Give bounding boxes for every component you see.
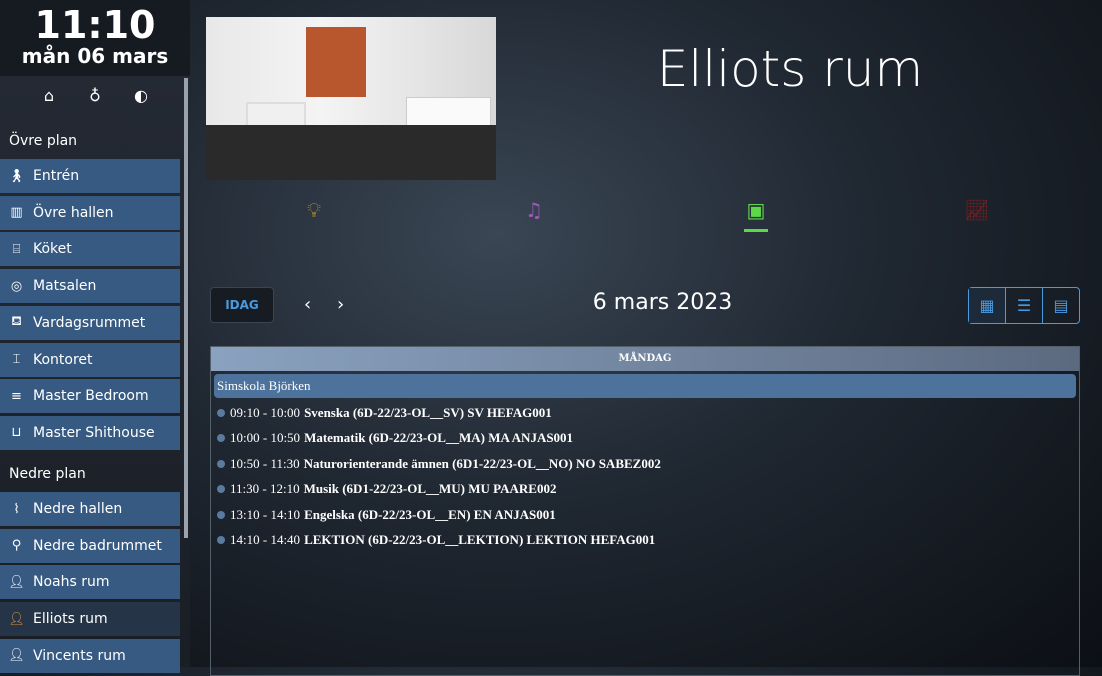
event-dot-icon [217, 510, 225, 519]
calendar-event[interactable]: 10:50 - 11:30 Naturorienterande ämnen (6D… [211, 451, 1079, 477]
sidebar-item-master-shithouse[interactable]: ⊔ Master Shithouse [0, 415, 180, 450]
sidebar-item-label: Nedre hallen [33, 501, 123, 517]
sidebar-item-label: Köket [33, 241, 72, 258]
sidebar-item-vardagsrummet[interactable]: ⛾ Vardagsrummet [0, 305, 180, 340]
sidebar-item-noahs-rum[interactable]: 👤︎ Noahs rum [0, 565, 180, 600]
dining-icon: ◎ [10, 278, 23, 294]
calendar-event[interactable]: 13:10 - 14:10 Engelska (6D-22/23-OL__EN) … [211, 502, 1079, 528]
sidebar-item-label: Master Bedroom [33, 388, 149, 405]
sidebar-item-nedre-badrummet[interactable]: ⚲ Nedre badrummet [0, 528, 180, 563]
event-time: 10:00 - 10:50 [230, 430, 301, 446]
event-time: 10:50 - 11:30 [230, 455, 300, 471]
shower-icon: ⚲ [11, 538, 22, 554]
tab-energy[interactable]: 📈︎ [962, 198, 992, 222]
sidebar-item-label: Övre hallen [33, 204, 114, 221]
event-dot-icon [217, 536, 225, 545]
sidebar-item-övre-hallen[interactable]: ▥ Övre hallen [0, 195, 180, 230]
sidebar-item-label: Master Shithouse [33, 424, 155, 441]
next-button[interactable]: › [337, 294, 344, 315]
calendar-event[interactable]: 10:00 - 10:50 Matematik (6D-22/23-OL__MA)… [211, 426, 1079, 452]
section-header: Nedre plan [9, 466, 86, 482]
calendar-event[interactable]: 14:10 - 14:40 LEKTION (6D-22/23-OL__LEKTI… [211, 528, 1079, 554]
event-title: Naturorienterande ämnen (6D1-22/23-OL__N… [303, 455, 661, 471]
event-dot-icon [217, 459, 225, 468]
sidebar-item-label: Nedre badrummet [33, 537, 162, 554]
clock-time: 11:10 [34, 3, 156, 47]
event-dot-icon [217, 485, 225, 494]
event-time: 09:10 - 10:00 [230, 404, 301, 420]
active-tab-indicator [744, 229, 768, 232]
music-icon: ♫ [525, 198, 543, 222]
event-dot-icon [217, 434, 225, 443]
lightbulb-icon: 💡︎ [307, 198, 321, 222]
sidebar-item-master-bedroom[interactable]: ≡ Master Bedroom [0, 379, 180, 414]
sidebar-item-matsalen[interactable]: ◎ Matsalen [0, 269, 180, 304]
event-title: Matematik (6D-22/23-OL__MA) MA ANJAS001 [304, 430, 574, 446]
sidebar-item-label: Vincents rum [33, 647, 126, 664]
month-view-button[interactable]: ▦ [969, 288, 1006, 323]
sidebar-item-label: Entrén [33, 168, 80, 184]
clock-date: mån 06 mars [21, 44, 169, 68]
hall-icon: ▥ [10, 205, 23, 221]
event-title: Musik (6D1-22/23-OL__MU) MU PAARE002 [303, 481, 557, 497]
room-photo [206, 17, 496, 180]
sidebar-item-label: Vardagsrummet [33, 314, 146, 331]
kitchen-icon: ⌸ [12, 241, 21, 257]
day-view-button[interactable]: ▤ [1043, 288, 1079, 323]
event-title: LEKTION (6D-22/23-OL__LEKTION) LEKTION H… [304, 532, 656, 548]
person-icon: 👤︎ [8, 648, 25, 664]
sidebar-item-nedre-hallen[interactable]: ⌇ Nedre hallen [0, 492, 180, 526]
day-header: MÅNDAG [211, 347, 1079, 371]
today-button[interactable]: IDAG [210, 287, 274, 323]
energy-chart-icon: 📈︎ [964, 198, 990, 222]
house-icon[interactable]: ⌂ [39, 86, 59, 105]
event-title: Engelska (6D-22/23-OL__EN) EN ANJAS001 [304, 506, 556, 522]
week-view-button[interactable]: ☰ [1006, 288, 1043, 323]
section-header: Övre plan [9, 133, 78, 149]
event-time: 14:10 - 14:40 [230, 532, 301, 548]
calendar-icon: ▣ [746, 198, 766, 222]
person-icon: 👤︎ [8, 611, 25, 627]
tab-music[interactable]: ♫ [519, 198, 549, 222]
sidebar-item-label: Kontoret [33, 351, 93, 368]
sofa-icon: ⛾ [11, 314, 22, 330]
event-time: 13:10 - 14:10 [230, 506, 301, 522]
sidebar-item-elliots-rum[interactable]: 👤︎ Elliots rum [0, 602, 180, 637]
event-time: 11:30 - 12:10 [230, 481, 300, 497]
sidebar-item-köket[interactable]: ⌸ Köket [0, 232, 180, 267]
sidebar-item-label: Elliots rum [33, 611, 108, 628]
all-day-event[interactable]: Simskola Björken [214, 374, 1076, 398]
sidebar-item-vincents-rum[interactable]: 👤︎ Vincents rum [0, 638, 180, 673]
door-walk-icon: 🚶︎ [8, 168, 25, 184]
bathtub-icon: ⊔ [11, 425, 22, 441]
event-dot-icon [217, 408, 225, 417]
tab-calendar[interactable]: ▣ [741, 198, 771, 222]
sidebar-item-entr-n[interactable]: 🚶︎ Entrén [0, 159, 180, 193]
zwave-icon[interactable]: ◐ [131, 86, 151, 105]
calendar-event[interactable]: 09:10 - 10:00 Svenska (6D-22/23-OL__SV) S… [211, 400, 1079, 426]
bed-icon: ≡ [11, 388, 22, 404]
clock: 11:10 mån 06 mars [0, 0, 190, 76]
tab-lights[interactable]: 💡︎ [299, 198, 329, 222]
prev-button[interactable]: ‹ [304, 294, 311, 315]
sidebar-item-label: Matsalen [33, 278, 97, 295]
stairs-icon: ⌇ [13, 501, 20, 517]
desk-icon: ⌶ [12, 352, 21, 367]
calendar: MÅNDAG Simskola Björken 09:10 - 10:00 Sve… [210, 346, 1080, 676]
calendar-event[interactable]: 11:30 - 12:10 Musik (6D1-22/23-OL__MU) MU… [211, 477, 1079, 503]
person-icon: 👤︎ [8, 574, 25, 590]
calendar-date: 6 mars 2023 [592, 290, 733, 315]
sidebar-item-kontoret[interactable]: ⌶ Kontoret [0, 342, 180, 377]
sidebar-scrollbar[interactable] [184, 78, 188, 538]
view-switcher: ▦ ☰ ▤ [968, 287, 1080, 324]
sidebar-item-label: Noahs rum [33, 574, 110, 591]
room-title: Elliots rum [656, 40, 924, 98]
lightbulb-icon[interactable]: ♁ [85, 86, 105, 105]
event-title: Svenska (6D-22/23-OL__SV) SV HEFAG001 [304, 404, 552, 420]
